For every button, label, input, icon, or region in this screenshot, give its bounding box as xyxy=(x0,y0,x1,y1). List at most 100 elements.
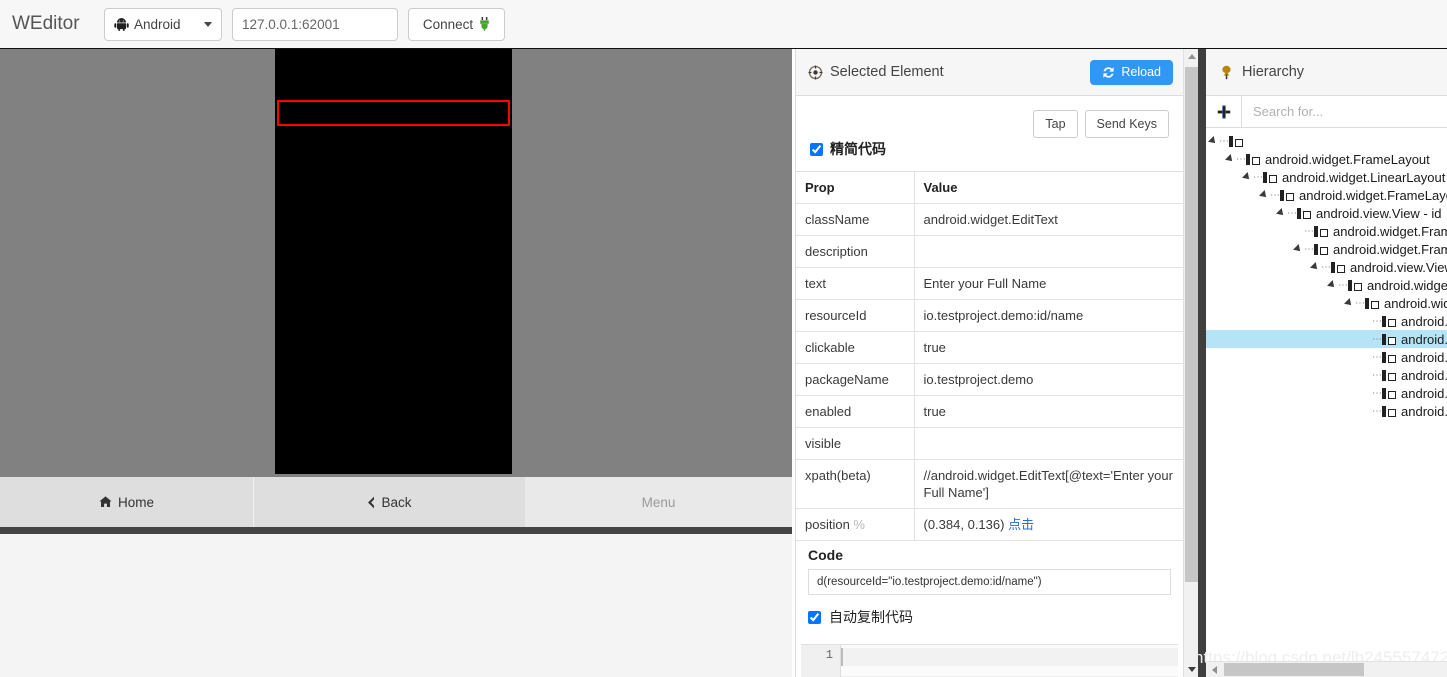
tree-node-label: android.widget.LinearLayout xyxy=(1282,169,1446,185)
tree-node[interactable]: ⋯ android.view.View xyxy=(1206,258,1447,276)
reload-button[interactable]: Reload xyxy=(1090,59,1173,85)
hierarchy-scrollbar-thumb[interactable] xyxy=(1224,663,1364,676)
expand-arrow-icon[interactable] xyxy=(1293,244,1303,254)
position-value: (0.384, 0.136) xyxy=(923,517,1009,532)
percent-icon: % xyxy=(853,517,865,532)
expand-arrow-icon[interactable] xyxy=(1242,172,1252,182)
tap-button[interactable]: Tap xyxy=(1033,110,1078,138)
nav-back-label: Back xyxy=(381,494,412,510)
tree-node[interactable]: ⋯ android.widget.LinearLayout xyxy=(1206,276,1447,294)
node-widget-icon xyxy=(1382,387,1396,399)
simple-code-checkbox[interactable] xyxy=(810,142,823,156)
inspector-scrollbar-thumb[interactable] xyxy=(1185,67,1198,582)
editor-text-area[interactable] xyxy=(841,645,1178,677)
selected-element-panel: Selected Element Reload Tap Send Keys 精简… xyxy=(795,49,1183,677)
tree-connector: ⋯ xyxy=(1338,279,1349,291)
scroll-up-arrow-icon[interactable] xyxy=(1184,49,1199,64)
simple-code-label: 精简代码 xyxy=(830,141,886,157)
connect-button[interactable]: Connect xyxy=(408,7,505,41)
tree-node-label: android.view.View - id xyxy=(1316,205,1442,221)
refresh-icon xyxy=(1103,66,1114,78)
generated-code-box[interactable]: d(resourceId="io.testproject.demo:id/nam… xyxy=(808,569,1171,595)
table-row: clickable true xyxy=(796,331,1183,364)
expand-arrow-icon[interactable] xyxy=(1276,208,1286,218)
tree-node[interactable]: ⋯ android.widget.TextView xyxy=(1206,312,1447,330)
node-widget-icon xyxy=(1382,333,1396,345)
nav-menu-button[interactable]: Menu xyxy=(525,477,792,527)
property-value: android.widget.EditText xyxy=(914,203,1183,236)
scroll-left-arrow-icon[interactable] xyxy=(1206,665,1222,674)
tree-node[interactable]: ⋯ android.widget.LinearLayout xyxy=(1206,168,1447,186)
expand-arrow-icon[interactable] xyxy=(1344,298,1354,308)
property-name: className xyxy=(796,203,915,236)
code-label: Code xyxy=(808,547,843,563)
expand-arrow-icon[interactable] xyxy=(1208,136,1218,146)
node-widget-icon xyxy=(1348,279,1362,291)
element-actions-zone: Tap Send Keys 精简代码 xyxy=(796,96,1183,172)
inspector-scrollbar[interactable] xyxy=(1183,49,1198,677)
property-name: description xyxy=(796,235,915,268)
app-header: WEditor Android 127.0.0.1:62001 Connect xyxy=(0,0,1447,49)
position-label: position xyxy=(805,517,854,532)
property-value xyxy=(914,235,1183,268)
tree-node[interactable]: ⋯ android.widget.FrameLayout xyxy=(1206,186,1447,204)
editor-line-numbers: 1 xyxy=(801,645,841,677)
platform-select[interactable]: Android xyxy=(104,7,222,41)
tree-node[interactable]: ⋯ android.view.View - id xyxy=(1206,204,1447,222)
hierarchy-panel: Hierarchy ⋯⋯android.widget.FrameLayout⋯a… xyxy=(1206,49,1447,677)
nav-home-button[interactable]: Home xyxy=(0,477,253,527)
hierarchy-horizontal-scrollbar[interactable] xyxy=(1206,661,1447,677)
hierarchy-title: Hierarchy xyxy=(1242,64,1305,80)
device-screenshot[interactable] xyxy=(275,49,512,474)
tree-node[interactable]: ⋯ android.widget.Spinner xyxy=(1206,384,1447,402)
tree-node-label: android.widget.FrameLayout xyxy=(1333,223,1447,239)
tree-node[interactable]: ⋯ android.widget.FrameLayout xyxy=(1206,150,1447,168)
property-value: true xyxy=(914,395,1183,428)
table-row: enabled true xyxy=(796,395,1183,428)
panel-resize-divider[interactable] xyxy=(1198,49,1206,677)
table-row: className android.widget.EditText xyxy=(796,203,1183,236)
expand-arrow-icon[interactable] xyxy=(1310,262,1320,272)
expand-arrow-icon[interactable] xyxy=(1259,190,1269,200)
inspector-title-group: Selected Element xyxy=(808,64,944,80)
property-name: resourceId xyxy=(796,299,915,332)
tree-node[interactable]: ⋯ android.widget.Button xyxy=(1206,402,1447,420)
send-keys-button[interactable]: Send Keys xyxy=(1084,110,1169,138)
table-row: xpath(beta)//android.widget.EditText[@te… xyxy=(796,459,1183,509)
expand-arrow-icon[interactable] xyxy=(1225,154,1235,164)
tree-node-label: android.widget.FrameLayout xyxy=(1265,151,1430,167)
tree-node[interactable]: ⋯ android.widget.EditText xyxy=(1206,348,1447,366)
tree-node[interactable]: ⋯ xyxy=(1206,132,1447,150)
add-button[interactable] xyxy=(1206,95,1242,128)
crosshair-target-icon xyxy=(808,65,823,79)
nav-back-button[interactable]: Back xyxy=(253,477,525,527)
search-input[interactable] xyxy=(1242,96,1447,127)
node-widget-icon xyxy=(1280,189,1294,201)
tree-icon xyxy=(1222,65,1231,79)
property-name: visible xyxy=(796,427,915,460)
position-click-link[interactable]: 点击 xyxy=(1008,517,1034,532)
header-value: Value xyxy=(914,172,1183,204)
tree-connector: ⋯ xyxy=(1372,315,1383,327)
plug-icon xyxy=(480,17,489,31)
inspector-title: Selected Element xyxy=(830,64,944,80)
hierarchy-tree[interactable]: ⋯ ⋯ android.widget.FrameLayout ⋯ android.wid… xyxy=(1206,128,1447,420)
tree-node[interactable]: ⋯ android.widget.CheckBox xyxy=(1206,366,1447,384)
tree-node[interactable]: ⋯ android.widget.FrameLayout xyxy=(1206,222,1447,240)
auto-copy-checkbox[interactable] xyxy=(808,610,821,624)
tree-connector: ⋯ xyxy=(1355,297,1366,309)
node-widget-icon xyxy=(1382,369,1396,381)
expand-arrow-icon[interactable] xyxy=(1327,280,1337,290)
tree-node[interactable]: ⋯ android.widget.FrameLayout xyxy=(1206,240,1447,258)
tree-node[interactable]: ⋯ android.widget.ScrollView xyxy=(1206,294,1447,312)
tree-node[interactable]: ⋯ android.widget.EditText xyxy=(1206,330,1447,348)
device-address-input[interactable]: 127.0.0.1:62001 xyxy=(232,7,398,41)
tree-connector: ⋯ xyxy=(1372,387,1383,399)
device-mirror-area[interactable] xyxy=(0,49,792,477)
code-editor[interactable]: 1 xyxy=(801,644,1178,677)
scroll-down-arrow-icon[interactable] xyxy=(1184,662,1199,677)
table-row-position: position % (0.384, 0.136) 点击 xyxy=(796,508,1183,541)
